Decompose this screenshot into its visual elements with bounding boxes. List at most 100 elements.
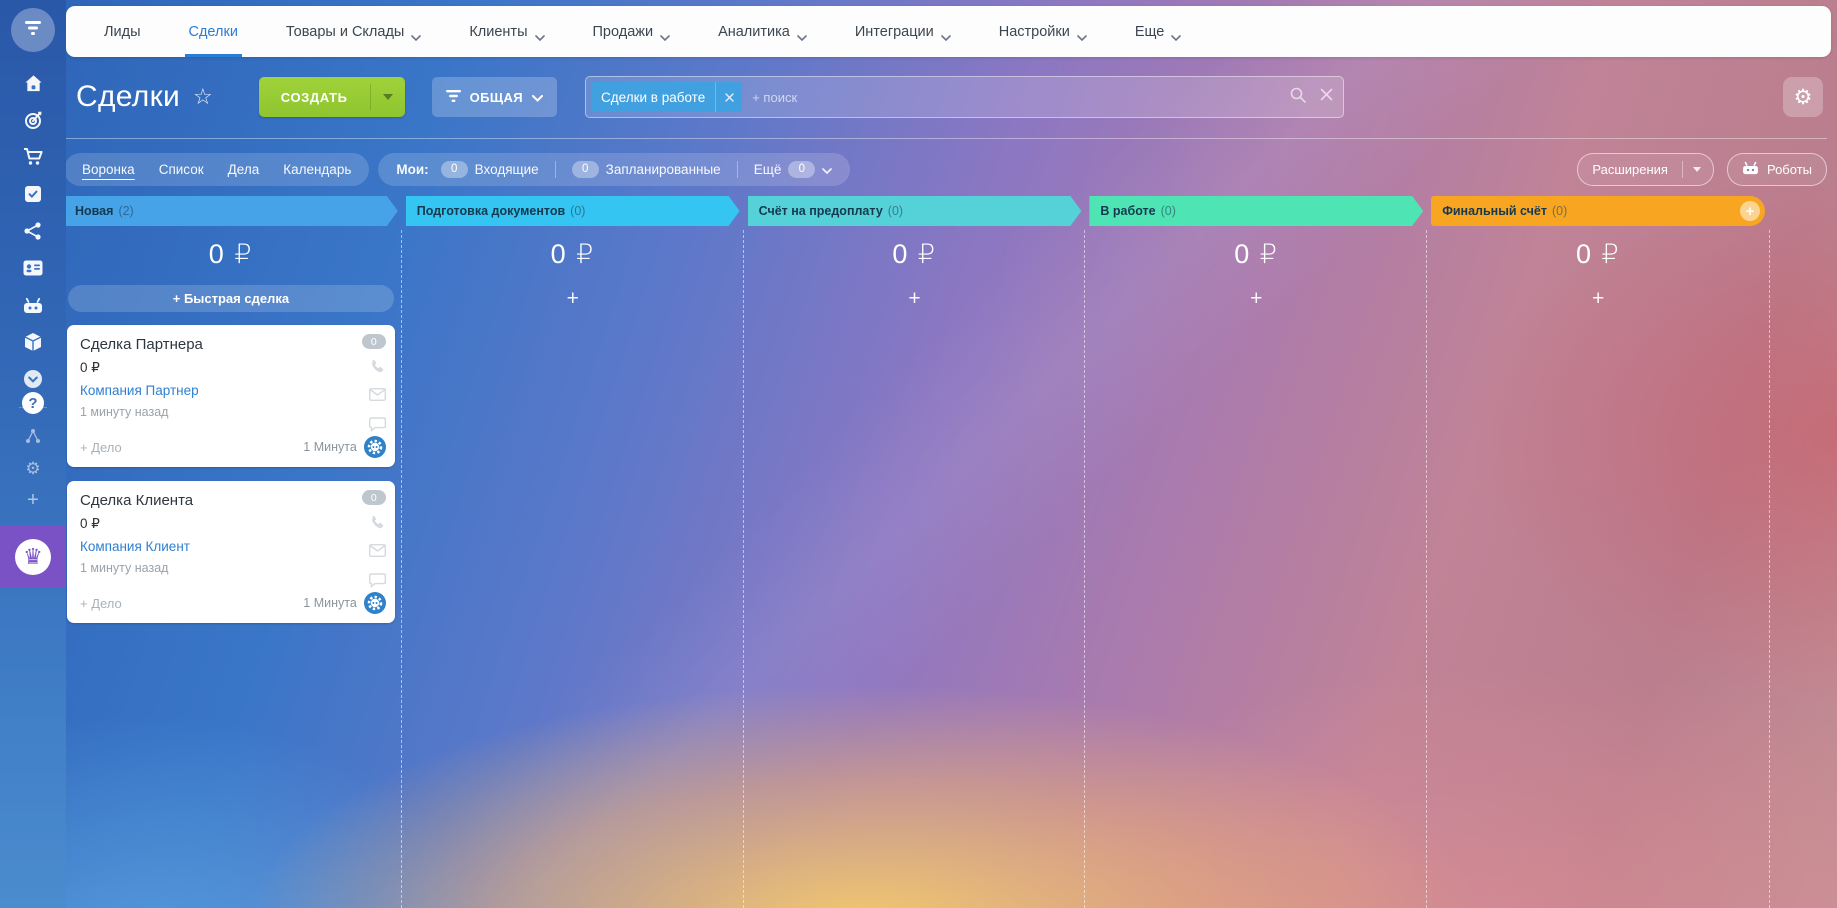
search-filter-tag: Сделки в работе (591, 82, 742, 112)
nav-item-integrations[interactable]: Интеграции (831, 6, 975, 57)
robots-button[interactable]: Роботы (1727, 153, 1827, 186)
deal-company-link[interactable]: Компания Клиент (80, 539, 190, 554)
chat-icon[interactable] (369, 417, 386, 434)
nav-item-analytics[interactable]: Аналитика (694, 6, 831, 57)
app-logo-button[interactable] (11, 8, 55, 52)
column-count: (0) (888, 204, 903, 218)
nav-item-products[interactable]: Товары и Склады (262, 6, 445, 57)
deal-quick-actions (369, 359, 386, 434)
add-deal-button[interactable]: + (750, 287, 1080, 311)
top-nav: Лиды Сделки Товары и Склады Клиенты Прод… (66, 6, 1831, 57)
sidebar-icon-stack (0, 72, 66, 408)
planned-count-badge: 0 (572, 161, 599, 178)
tab-tasks[interactable]: Дела (228, 162, 260, 177)
search-icon[interactable] (1290, 87, 1306, 108)
deal-company-link[interactable]: Компания Партнер (80, 383, 199, 398)
add-deal-button[interactable]: + (1433, 287, 1763, 311)
deal-badge: 0 (362, 334, 386, 349)
column-header[interactable]: Финальный счёт (0) + (1431, 196, 1765, 226)
deal-footer: + Дело 1 Минута (80, 436, 386, 458)
chevron-down-icon (797, 29, 807, 35)
add-task-link[interactable]: + Дело (80, 440, 122, 455)
tasks-icon[interactable] (22, 183, 44, 205)
extensions-label: Расширения (1578, 162, 1682, 177)
tab-calendar[interactable]: Календарь (283, 162, 351, 177)
deal-title[interactable]: Сделка Партнера (80, 336, 203, 353)
header-divider (66, 138, 1827, 139)
extensions-button[interactable]: Расширения (1577, 153, 1714, 186)
clear-search-icon[interactable] (1320, 88, 1333, 106)
sidebar-item-account-active[interactable]: ♛ (0, 526, 66, 588)
my-filter-label[interactable]: Мои: (396, 162, 428, 177)
settings-icon[interactable]: ⚙ (22, 458, 44, 480)
mail-icon[interactable] (369, 388, 386, 405)
column-header[interactable]: Счёт на предоплату (0) (748, 196, 1082, 226)
target-icon[interactable] (22, 109, 44, 131)
column-count: (0) (1161, 204, 1176, 218)
chat-icon[interactable] (369, 573, 386, 590)
chevron-down-icon (1077, 29, 1087, 35)
tab-funnel[interactable]: Воронка (82, 162, 135, 177)
add-icon[interactable]: + (27, 491, 39, 509)
board-settings-button[interactable]: ⚙ (1783, 77, 1823, 117)
create-dropdown-caret[interactable] (370, 84, 405, 110)
pipeline-filter-button[interactable]: ОБЩАЯ (432, 77, 557, 117)
phone-icon[interactable] (369, 515, 386, 532)
quick-deal-button[interactable]: + Быстрая сделка (68, 285, 394, 312)
mail-icon[interactable] (369, 544, 386, 561)
filter-more[interactable]: Ещё 0 (754, 161, 833, 178)
search-input[interactable]: Сделки в работе + поиск (585, 76, 1344, 118)
nav-item-leads[interactable]: Лиды (80, 6, 165, 57)
nav-item-sales[interactable]: Продажи (569, 6, 695, 57)
deal-card[interactable]: Сделка Клиента 0 0 ₽ Компания Клиент 1 м… (67, 481, 395, 623)
column-body: 0 ₽ + (406, 226, 740, 908)
chevron-down-circle-icon[interactable] (22, 368, 44, 390)
search-placeholder[interactable]: + поиск (752, 90, 1290, 105)
add-deal-button[interactable]: + (1091, 287, 1421, 311)
deal-title[interactable]: Сделка Клиента (80, 492, 193, 509)
column-header[interactable]: В работе (0) (1089, 196, 1423, 226)
contacts-icon[interactable] (22, 257, 44, 279)
robot-icon[interactable] (22, 294, 44, 316)
phone-icon[interactable] (369, 359, 386, 376)
favorite-star-icon[interactable]: ☆ (193, 84, 213, 110)
share-icon[interactable] (22, 220, 44, 242)
home-icon[interactable] (22, 72, 44, 94)
planned-label: Запланированные (606, 162, 721, 177)
column-name: Счёт на предоплату (759, 204, 883, 218)
add-deal-button[interactable]: + (408, 287, 738, 311)
add-stage-button[interactable]: + (1740, 201, 1760, 221)
add-task-link[interactable]: + Дело (80, 596, 122, 611)
column-count: (2) (118, 204, 133, 218)
box-icon[interactable] (22, 331, 44, 353)
column-header[interactable]: Подготовка документов (0) (406, 196, 740, 226)
tab-list[interactable]: Список (159, 162, 204, 177)
incoming-label: Входящие (475, 162, 539, 177)
column-name: Подготовка документов (417, 204, 565, 218)
tag-remove-icon[interactable] (715, 82, 742, 112)
filter-planned[interactable]: 0 Запланированные (572, 161, 721, 178)
column-body: 0 ₽ + (748, 226, 1082, 908)
cart-icon[interactable] (22, 146, 44, 168)
create-button[interactable]: СОЗДАТЬ (259, 77, 405, 117)
nav-item-deals[interactable]: Сделки (165, 6, 262, 57)
deal-timer: 1 Минута (303, 440, 357, 454)
more-label: Ещё (754, 162, 782, 177)
column-total: 0 ₽ (1091, 239, 1421, 270)
column-prepayment-invoice: Счёт на предоплату (0) 0 ₽ + (748, 196, 1082, 908)
filter-incoming[interactable]: 0 Входящие (441, 161, 539, 178)
extensions-dropdown-caret[interactable] (1682, 161, 1713, 178)
column-count: (0) (570, 204, 585, 218)
deal-quick-actions (369, 515, 386, 590)
gear-icon: ⚙ (1794, 85, 1813, 110)
salesbot-icon[interactable] (364, 436, 386, 458)
nav-item-more[interactable]: Еще (1111, 6, 1206, 57)
help-icon[interactable]: ? (22, 392, 44, 414)
hierarchy-icon[interactable] (22, 425, 44, 447)
salesbot-icon[interactable] (364, 592, 386, 614)
nav-item-settings[interactable]: Настройки (975, 6, 1111, 57)
deal-card[interactable]: Сделка Партнера 0 0 ₽ Компания Партнер 1… (67, 325, 395, 467)
column-header[interactable]: Новая (2) (64, 196, 398, 226)
deal-time-ago: 1 минуту назад (80, 405, 168, 419)
nav-item-clients[interactable]: Клиенты (445, 6, 568, 57)
